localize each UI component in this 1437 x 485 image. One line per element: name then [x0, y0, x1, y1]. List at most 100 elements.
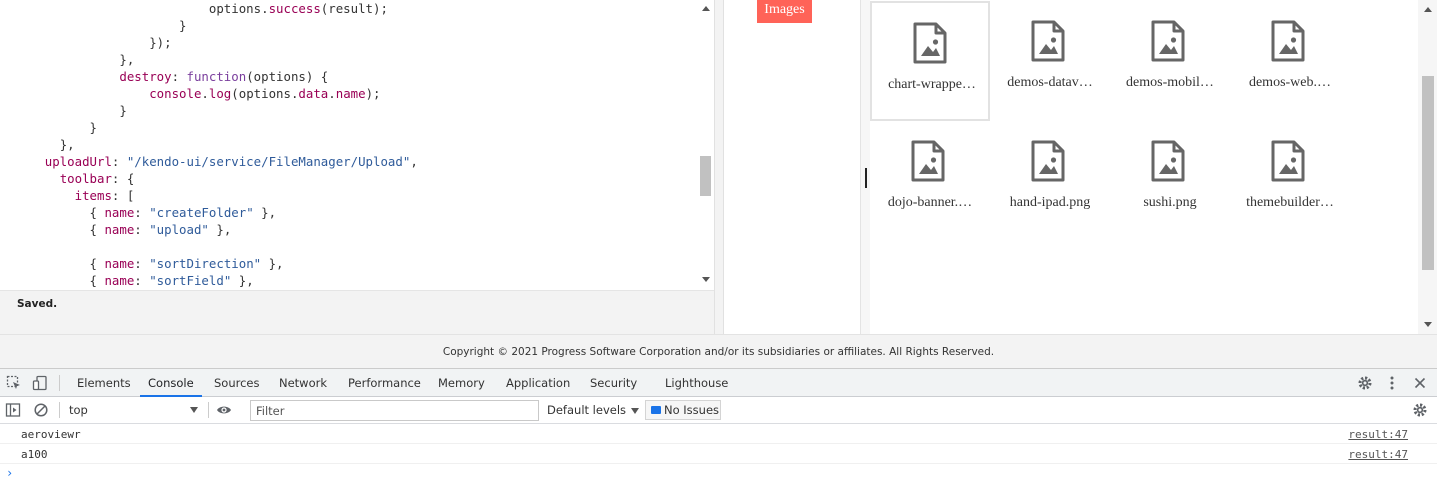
image-file-icon — [1031, 140, 1065, 182]
file-item[interactable]: demos-web.… — [1230, 1, 1350, 121]
devtools-tab-bar: Elements Console Sources Network Performance… — [0, 369, 1437, 397]
code-line[interactable]: }, — [0, 136, 418, 153]
sidebar-toggle-icon[interactable] — [5, 402, 21, 418]
code-line[interactable]: { name: "sortField" }, — [0, 272, 418, 289]
code-line[interactable]: console.log(options.data.name); — [0, 85, 418, 102]
settings-gear-icon[interactable] — [1357, 375, 1373, 391]
tab-console[interactable]: Console — [140, 369, 202, 397]
images-folder-badge[interactable]: Images — [757, 0, 812, 23]
more-options-icon[interactable] — [1384, 375, 1400, 391]
code-line[interactable]: items: [ — [0, 187, 418, 204]
inspect-element-icon[interactable] — [6, 375, 22, 391]
file-item[interactable]: demos-mobil… — [1110, 1, 1230, 121]
code-line[interactable]: }, — [0, 51, 418, 68]
log-source-link[interactable]: result:47 — [1348, 448, 1408, 461]
file-item[interactable]: hand-ipad.png — [990, 121, 1110, 241]
image-file-icon — [1031, 20, 1065, 62]
tab-security[interactable]: Security — [590, 369, 637, 397]
tab-application[interactable]: Application — [506, 369, 570, 397]
image-file-icon — [1151, 140, 1185, 182]
copyright-text: Copyright © 2021 Progress Software Corpo… — [442, 346, 995, 358]
code-line[interactable]: { name: "upload" }, — [0, 221, 418, 238]
code-line[interactable]: } — [0, 17, 418, 34]
chevron-down-icon — [631, 407, 640, 414]
text-cursor — [865, 168, 867, 188]
tab-elements[interactable]: Elements — [77, 369, 131, 397]
code-editor[interactable]: options.success(result); } }); }, destro… — [0, 0, 700, 290]
code-line[interactable]: uploadUrl: "/kendo-ui/service/FileManage… — [0, 153, 418, 170]
context-value: top — [69, 403, 88, 417]
page-footer: Copyright © 2021 Progress Software Corpo… — [0, 334, 1437, 368]
scroll-down-icon[interactable] — [702, 277, 710, 282]
log-source-link[interactable]: result:47 — [1348, 428, 1408, 441]
editor-scroll-thumb[interactable] — [700, 156, 711, 196]
console-toolbar: top Default levels No Issues — [0, 397, 1437, 424]
code-line[interactable]: }); — [0, 34, 418, 51]
image-file-icon — [913, 22, 947, 64]
file-name: demos-web.… — [1248, 75, 1332, 90]
file-item[interactable]: dojo-banner.… — [870, 121, 990, 241]
code-line[interactable]: toolbar: { — [0, 170, 418, 187]
code-line[interactable]: } — [0, 102, 418, 119]
console-settings-gear-icon[interactable] — [1412, 402, 1428, 418]
toolbar-divider — [208, 402, 209, 418]
image-file-icon — [911, 140, 945, 182]
editor-scrollbar[interactable] — [698, 0, 714, 290]
image-file-icon — [1271, 140, 1305, 182]
scroll-up-icon[interactable] — [702, 6, 710, 11]
image-file-icon — [1271, 20, 1305, 62]
log-levels-label: Default levels — [547, 403, 627, 417]
code-line[interactable]: } — [0, 119, 418, 136]
log-message: a100 — [21, 448, 48, 461]
chevron-down-icon — [190, 407, 198, 413]
file-manager-splitter[interactable] — [861, 0, 870, 334]
console-log-row: a100 result:47 — [0, 444, 1437, 464]
code-line[interactable]: { name: "sortDirection" }, — [0, 255, 418, 272]
message-icon — [651, 406, 661, 414]
context-selector[interactable]: top — [64, 400, 204, 420]
scroll-down-icon[interactable] — [1424, 322, 1432, 327]
file-grid: chart-wrappe… demos-datav… demos-mobil… dem… — [870, 0, 1418, 334]
console-output: aeroviewr result:47 a100 result:47 › — [0, 424, 1437, 485]
tab-lighthouse[interactable]: Lighthouse — [665, 369, 728, 397]
console-prompt[interactable]: › — [6, 466, 13, 480]
issues-button[interactable]: No Issues — [645, 400, 721, 420]
scroll-up-icon[interactable] — [1424, 7, 1432, 12]
file-name: hand-ipad.png — [1009, 195, 1091, 210]
toolbar-divider — [59, 402, 60, 418]
file-name: chart-wrappe… — [888, 77, 976, 92]
file-name: dojo-banner.… — [887, 195, 973, 210]
console-log-row: aeroviewr result:47 — [0, 424, 1437, 444]
code-line[interactable] — [0, 238, 418, 255]
tab-performance[interactable]: Performance — [348, 369, 421, 397]
code-content[interactable]: options.success(result); } }); }, destro… — [0, 0, 418, 289]
clear-console-icon[interactable] — [33, 402, 49, 418]
code-line[interactable]: { name: "createFolder" }, — [0, 204, 418, 221]
tab-memory[interactable]: Memory — [438, 369, 485, 397]
tab-network[interactable]: Network — [279, 369, 327, 397]
live-expression-eye-icon[interactable] — [216, 402, 232, 418]
saved-status: Saved. — [17, 298, 58, 310]
result-scrollbar[interactable] — [1418, 0, 1437, 334]
devtools-panel: Elements Console Sources Network Performance… — [0, 368, 1437, 485]
file-item[interactable]: demos-datav… — [990, 1, 1110, 121]
image-file-icon — [1151, 20, 1185, 62]
toolbar-divider — [59, 375, 60, 391]
file-item[interactable]: chart-wrappe… — [870, 1, 990, 121]
issues-label: No Issues — [664, 403, 720, 417]
device-toolbar-icon[interactable] — [32, 375, 48, 391]
file-item[interactable]: sushi.png — [1110, 121, 1230, 241]
console-filter-input[interactable] — [250, 400, 539, 421]
file-name: sushi.png — [1143, 195, 1197, 210]
pane-splitter[interactable] — [714, 0, 724, 334]
tab-sources[interactable]: Sources — [214, 369, 260, 397]
status-bar: Saved. — [0, 290, 714, 334]
result-scroll-thumb[interactable] — [1422, 76, 1434, 270]
file-name: demos-datav… — [1007, 75, 1093, 90]
file-item[interactable]: themebuilder… — [1230, 121, 1350, 241]
log-message: aeroviewr — [21, 428, 81, 441]
code-line[interactable]: options.success(result); — [0, 0, 418, 17]
log-levels-dropdown[interactable]: Default levels — [547, 400, 640, 420]
close-devtools-icon[interactable] — [1412, 375, 1428, 391]
code-line[interactable]: destroy: function(options) { — [0, 68, 418, 85]
